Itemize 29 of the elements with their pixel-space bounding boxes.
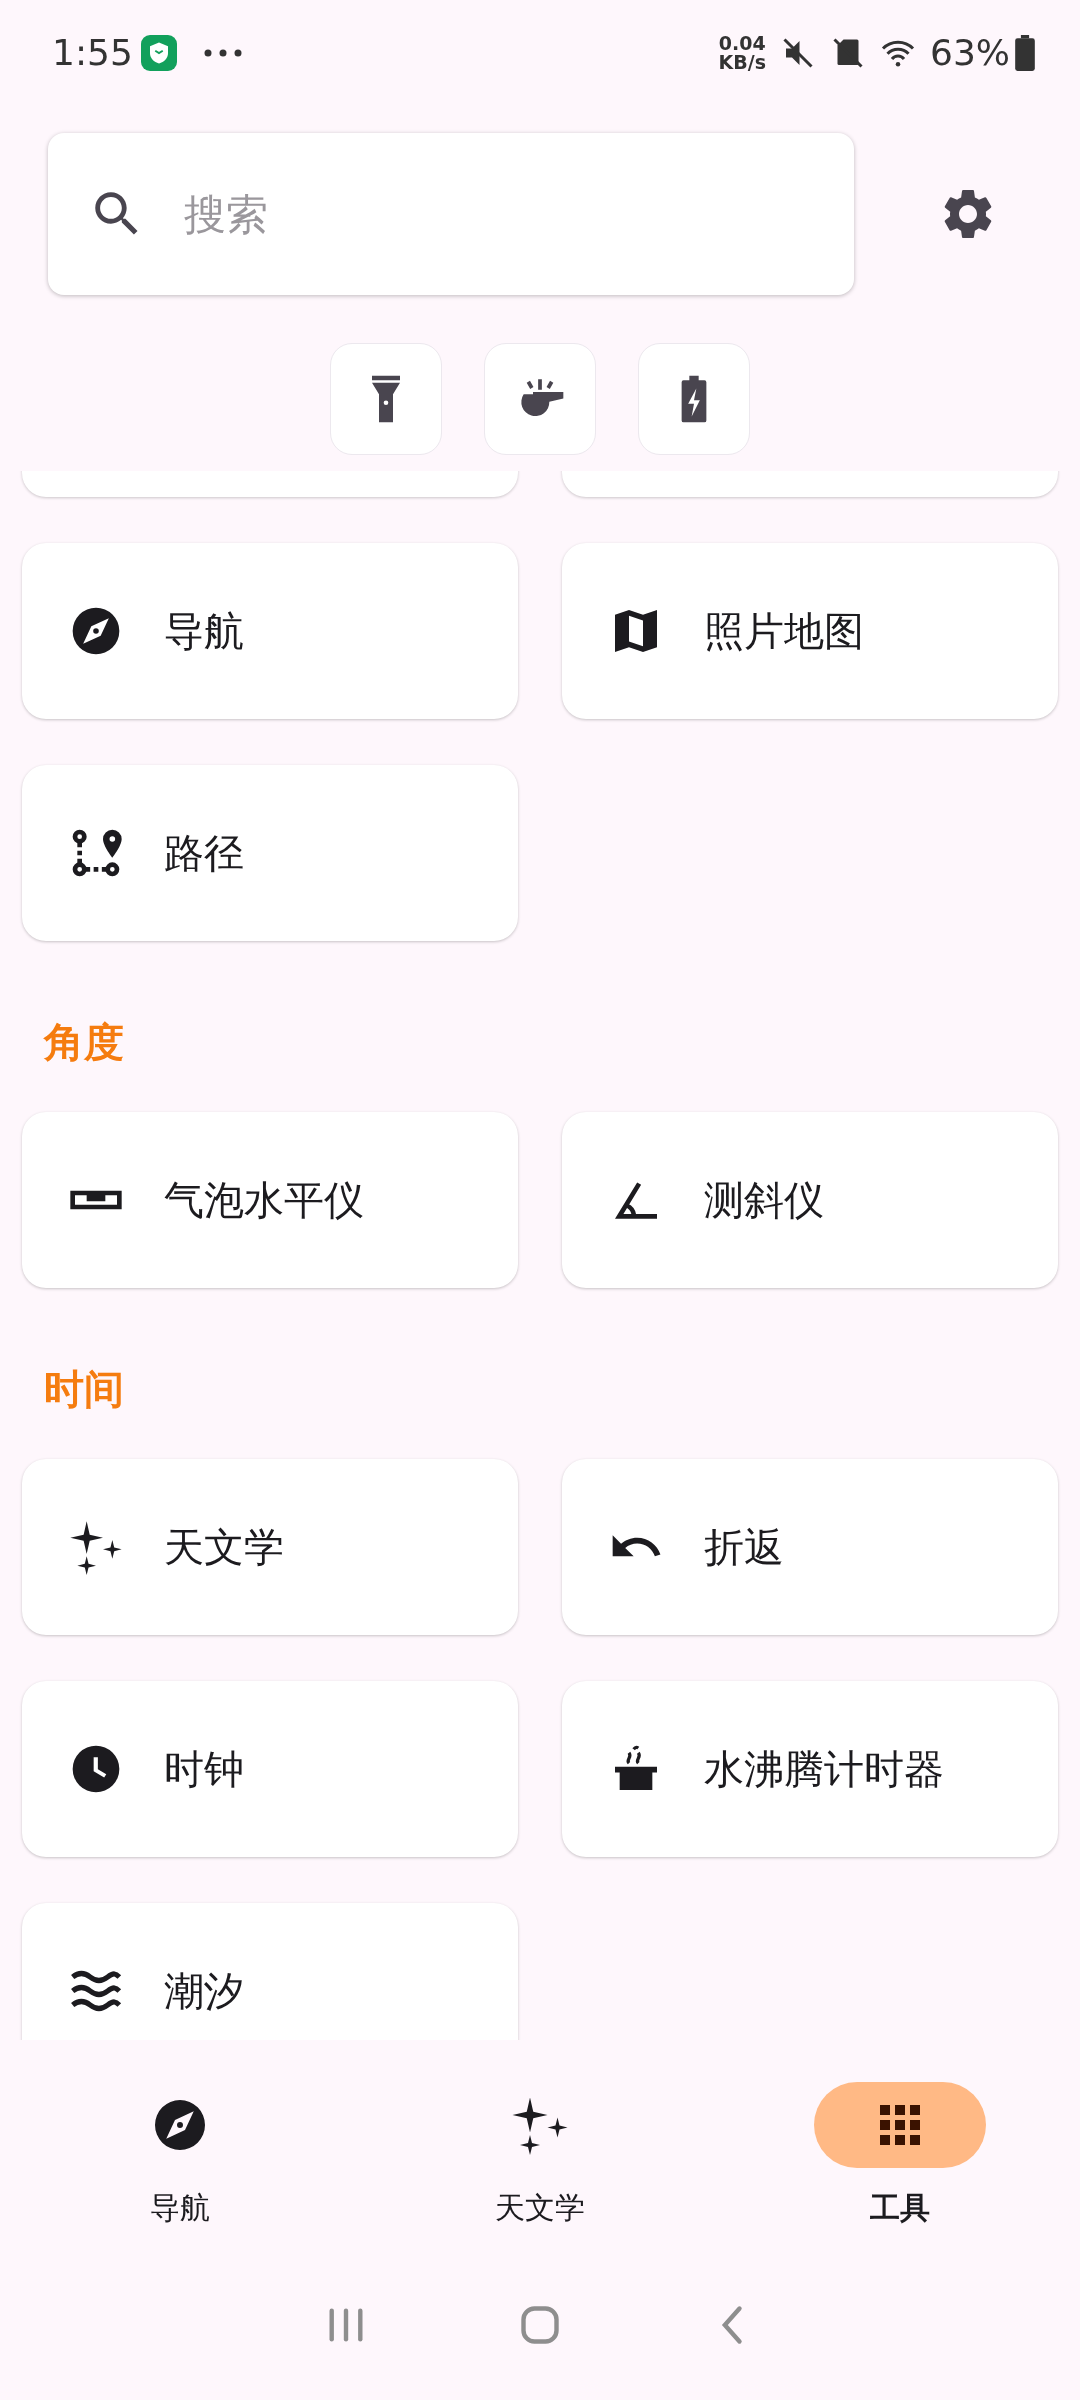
battery-percent: 63% — [930, 32, 1010, 73]
sparkles-icon — [68, 1519, 124, 1575]
quick-action-button[interactable] — [330, 343, 442, 455]
search-field[interactable]: 搜索 — [182, 188, 814, 240]
tool-card[interactable]: 导航 — [22, 543, 518, 719]
tool-card[interactable]: 时钟 — [22, 1681, 518, 1857]
shield-icon — [140, 34, 177, 71]
section-title: 时间 — [43, 1365, 125, 1414]
quick-action-button[interactable] — [638, 343, 750, 455]
nav-tab[interactable]: 导航 — [0, 2040, 360, 2260]
tool-card[interactable]: 潮汐 — [22, 1903, 518, 2040]
speed-unit: KB/s — [718, 52, 766, 72]
tool-card[interactable]: 气泡水平仪 — [22, 1112, 518, 1288]
network-speed: 0.04 — [718, 33, 766, 53]
tool-card[interactable]: 天文学 — [22, 1459, 518, 1635]
nav-tab[interactable]: 工具 — [720, 2040, 1080, 2260]
more-icon — [202, 47, 243, 58]
tool-card[interactable]: 照片地图 — [562, 543, 1058, 719]
status-time: 1:55 — [52, 32, 133, 73]
section-title: 角度 — [42, 1018, 125, 1067]
tool-card[interactable]: 路径 — [22, 765, 518, 941]
tool-card[interactable]: 水沸腾计时器 — [562, 1681, 1058, 1857]
tool-card[interactable]: 测斜仪 — [562, 1112, 1058, 1288]
search-bar[interactable]: 搜索 — [48, 133, 854, 295]
nav-tab[interactable]: 天文学 — [360, 2040, 720, 2260]
tool-card[interactable]: 折返 — [562, 1459, 1058, 1635]
quick-action-button[interactable] — [484, 343, 596, 455]
battery-icon — [1014, 34, 1036, 71]
home-icon[interactable] — [518, 2303, 562, 2347]
